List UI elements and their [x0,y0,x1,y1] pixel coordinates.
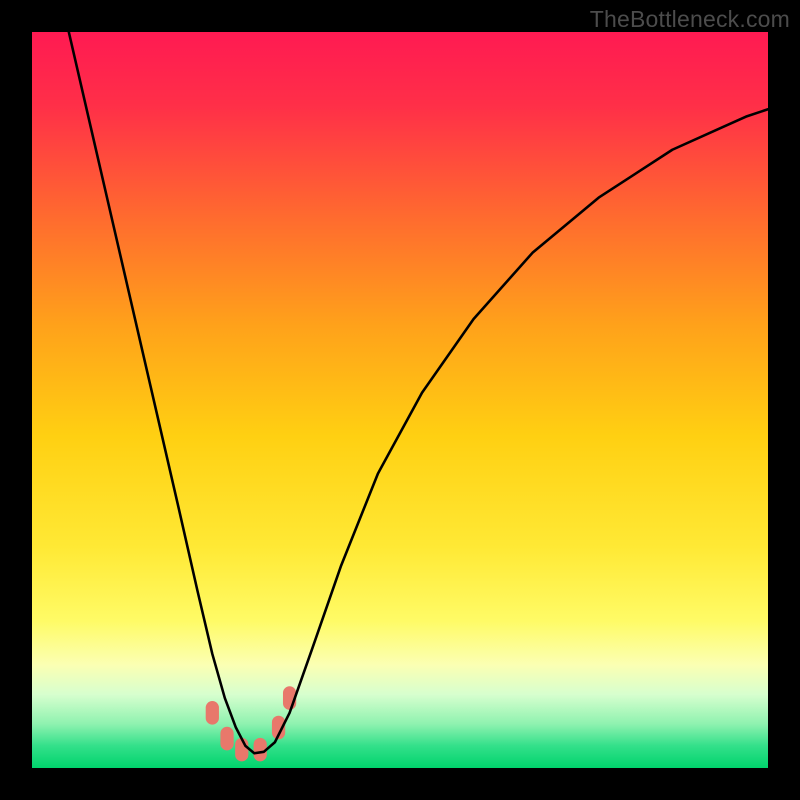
bottleneck-curve [69,32,768,753]
watermark-text: TheBottleneck.com [590,6,790,33]
chart-frame: TheBottleneck.com [0,0,800,800]
curve-layer [32,32,768,768]
marker-point [206,701,219,725]
plot-area [32,32,768,768]
marker-point [220,727,233,751]
